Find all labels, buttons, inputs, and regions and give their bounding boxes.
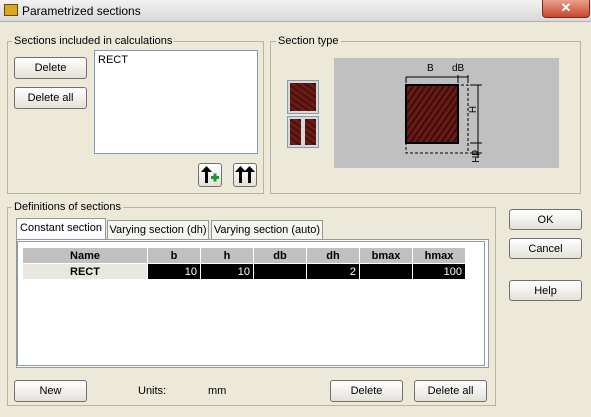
cell-hmax[interactable]: 100 [412, 263, 466, 280]
dim-dB-label: dB [452, 63, 465, 74]
list-item[interactable]: RECT [98, 54, 128, 66]
col-header-name: Name [22, 247, 148, 264]
dim-B-label: B [427, 63, 434, 74]
help-button[interactable]: Help [509, 280, 582, 301]
dim-dH-label: dH [468, 150, 480, 163]
definitions-table: Name b h db dh bmax hmax RECT 10 10 2 10… [22, 247, 466, 280]
sections-grid[interactable]: Name b h db dh bmax hmax RECT 10 10 2 10… [17, 241, 485, 366]
col-header-b: b [147, 247, 201, 264]
arrow-up-plus-icon [201, 166, 219, 183]
split-rectangle-type-option[interactable] [287, 116, 319, 148]
delete-all-definitions-button[interactable]: Delete all [414, 380, 487, 402]
sections-group-legend: Sections included in calculations [12, 35, 175, 47]
col-header-h: h [200, 247, 254, 264]
double-arrow-up-icon [235, 166, 255, 183]
table-row[interactable]: RECT 10 10 2 100 [22, 263, 466, 280]
col-header-bmax: bmax [359, 247, 413, 264]
tab-varying-section-auto[interactable]: Varying section (auto) [211, 220, 323, 239]
window-title: Parametrized sections [22, 4, 141, 18]
app-icon [4, 4, 18, 16]
section-preview: B dB H dH [334, 58, 559, 168]
definitions-legend: Definitions of sections [12, 201, 123, 213]
col-header-hmax: hmax [412, 247, 466, 264]
section-type-legend: Section type [276, 35, 341, 47]
cell-b[interactable]: 10 [147, 263, 201, 280]
table-header-row: Name b h db dh bmax hmax [22, 247, 466, 264]
sections-listbox[interactable]: RECT [94, 50, 258, 154]
delete-all-sections-button[interactable]: Delete all [14, 87, 87, 109]
dim-H-label: H [466, 105, 478, 114]
cell-bmax[interactable] [359, 263, 413, 280]
units-label: Units: [138, 385, 167, 397]
cell-h[interactable]: 10 [200, 263, 254, 280]
col-header-dh: dh [306, 247, 360, 264]
ok-button[interactable]: OK [509, 209, 582, 230]
add-all-sections-button[interactable] [233, 163, 257, 187]
tab-varying-section-dh[interactable]: Varying section (dh) [107, 220, 209, 239]
cell-name[interactable]: RECT [22, 263, 148, 280]
col-header-db: db [253, 247, 307, 264]
units-value: mm [208, 385, 227, 397]
add-section-button[interactable] [198, 163, 222, 187]
section-drawing-icon [405, 75, 482, 158]
delete-section-button[interactable]: Delete [14, 57, 87, 79]
tab-constant-section[interactable]: Constant section [16, 218, 106, 240]
cell-dh[interactable]: 2 [306, 263, 360, 280]
cancel-button[interactable]: Cancel [509, 238, 582, 259]
close-button[interactable]: ✕ [542, 0, 590, 18]
rectangle-type-option[interactable] [287, 80, 319, 114]
new-section-button[interactable]: New [14, 380, 87, 402]
cell-db[interactable] [253, 263, 307, 280]
delete-definition-button[interactable]: Delete [330, 380, 403, 402]
